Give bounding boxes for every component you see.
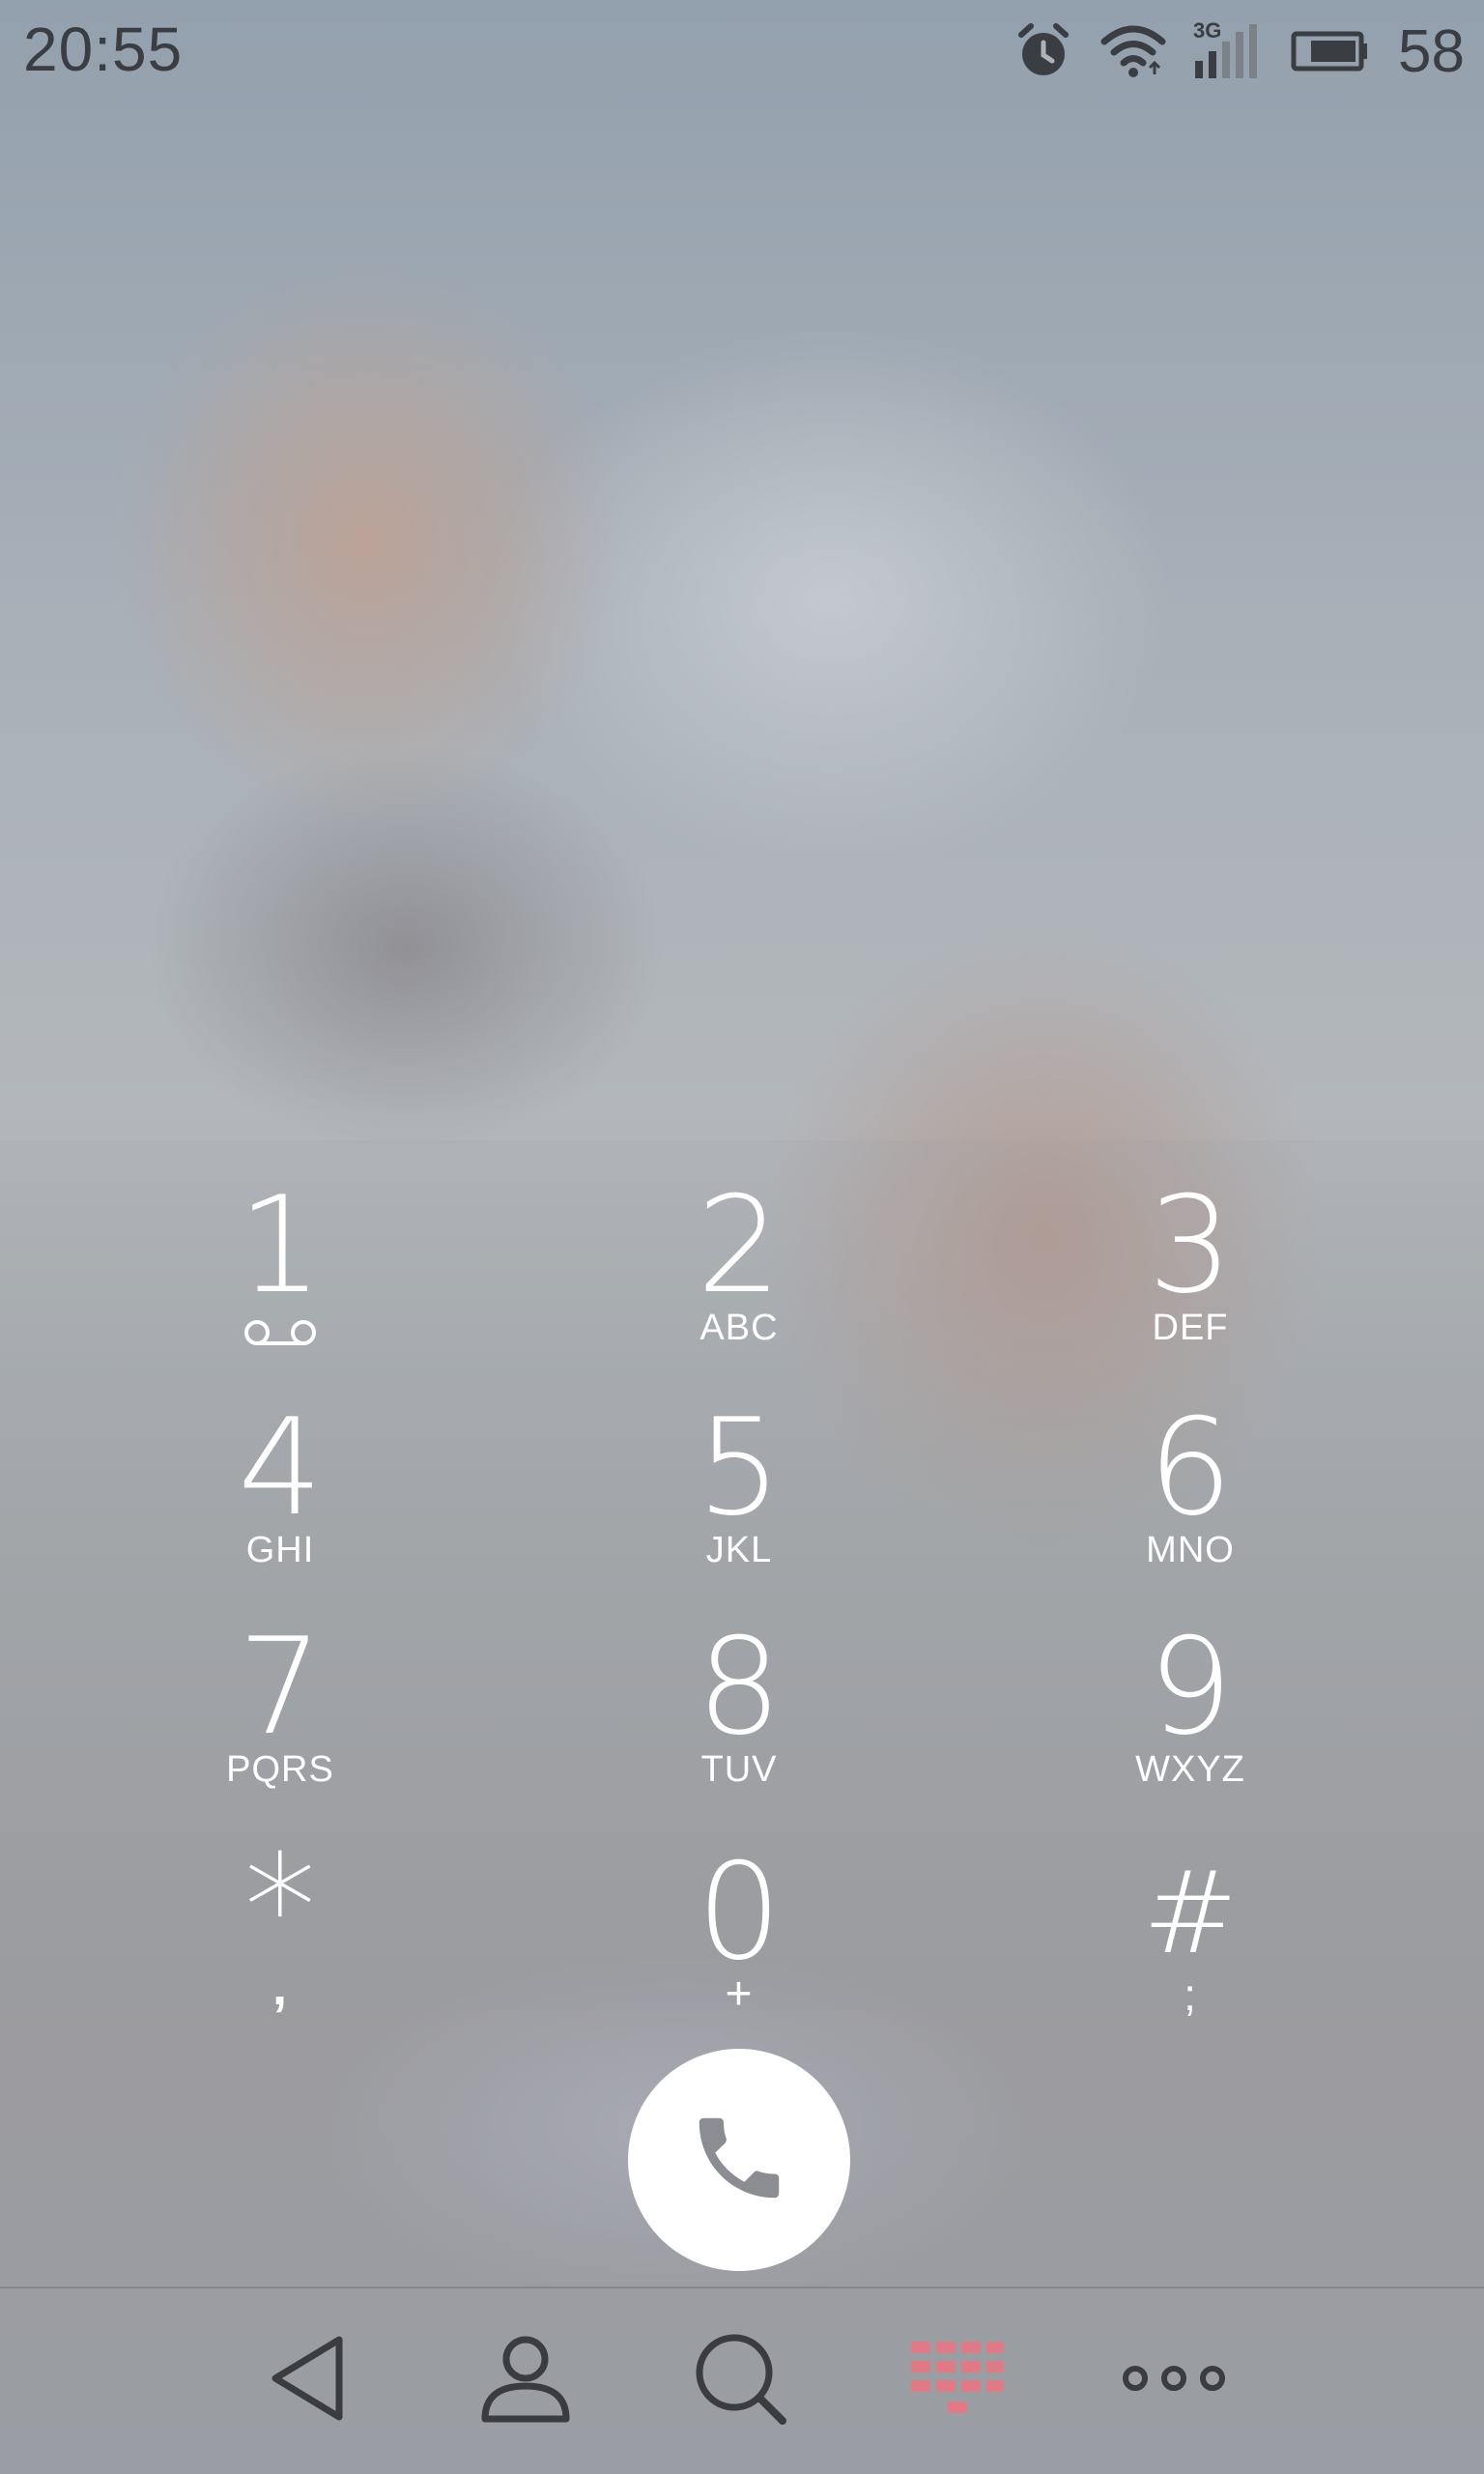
- key-digit: *: [243, 1825, 317, 1993]
- key-9[interactable]: 9 WXYZ: [1045, 1621, 1335, 1824]
- nav-more[interactable]: [1121, 2327, 1227, 2433]
- key-letters: JKL: [705, 1530, 773, 1570]
- dialpad-icon: [909, 2338, 1006, 2424]
- phone-icon: [686, 2105, 792, 2216]
- key-letters: GHI: [245, 1530, 315, 1570]
- key-letters: ;: [1184, 1970, 1197, 2020]
- search-icon: [692, 2330, 788, 2431]
- key-letters: +: [725, 1969, 754, 2020]
- key-digit: 9: [1148, 1609, 1233, 1765]
- key-1[interactable]: 1: [135, 1179, 425, 1382]
- status-bar: 20:55 3G 58: [0, 0, 1484, 97]
- bottom-navbar: [0, 2287, 1484, 2474]
- dialer-screen: 20:55 3G 58 1 2 ABC 3 DEF 4 GHI 5 JKL 6 …: [0, 0, 1484, 2474]
- key-3[interactable]: 3 DEF: [1045, 1179, 1335, 1382]
- contacts-icon: [477, 2332, 574, 2430]
- key-5[interactable]: 5 JKL: [594, 1401, 884, 1604]
- signal-3g-icon: 3G: [1193, 18, 1263, 80]
- key-digit: 4: [238, 1390, 323, 1545]
- key-letters: ,: [271, 1958, 288, 2016]
- key-digit: #: [1142, 1846, 1239, 1979]
- key-letters: WXYZ: [1135, 1749, 1245, 1790]
- key-digit: 6: [1148, 1390, 1233, 1545]
- key-hash[interactable]: # ;: [1045, 1846, 1335, 2049]
- dial-keypad: 1 2 ABC 3 DEF 4 GHI 5 JKL 6 MNO 7 PQRS 8…: [0, 1140, 1484, 2018]
- nav-dialpad[interactable]: [904, 2327, 1011, 2433]
- key-letters: TUV: [700, 1749, 778, 1790]
- status-time: 20:55: [23, 14, 184, 84]
- key-star[interactable]: * ,: [135, 1825, 425, 2049]
- nav-search[interactable]: [687, 2327, 793, 2433]
- call-button[interactable]: [628, 2049, 850, 2271]
- back-icon: [266, 2332, 353, 2430]
- key-letters: PQRS: [226, 1749, 334, 1790]
- more-icon: [1121, 2359, 1227, 2402]
- battery-icon: [1290, 28, 1371, 74]
- key-digit: 1: [238, 1167, 323, 1323]
- key-0[interactable]: 0 +: [594, 1846, 884, 2049]
- key-digit: 7: [238, 1609, 323, 1765]
- key-2[interactable]: 2 ABC: [594, 1179, 884, 1382]
- key-digit: 2: [697, 1167, 782, 1323]
- key-7[interactable]: 7 PQRS: [135, 1621, 425, 1824]
- nav-contacts[interactable]: [472, 2327, 579, 2433]
- alarm-icon: [1013, 21, 1073, 81]
- key-digit: 8: [697, 1609, 782, 1765]
- key-6[interactable]: 6 MNO: [1045, 1401, 1335, 1604]
- battery-percent: 58: [1398, 17, 1465, 85]
- key-letters: DEF: [1152, 1308, 1229, 1348]
- status-icons: 3G 58: [1013, 17, 1465, 85]
- wifi-icon: [1100, 24, 1166, 78]
- key-digit: 0: [697, 1834, 782, 1990]
- nav-back[interactable]: [256, 2327, 362, 2433]
- key-digit: 3: [1148, 1167, 1233, 1323]
- key-digit: 5: [697, 1390, 782, 1545]
- key-4[interactable]: 4 GHI: [135, 1401, 425, 1604]
- key-letters: ABC: [699, 1308, 779, 1348]
- key-8[interactable]: 8 TUV: [594, 1621, 884, 1824]
- key-letters: MNO: [1146, 1530, 1235, 1570]
